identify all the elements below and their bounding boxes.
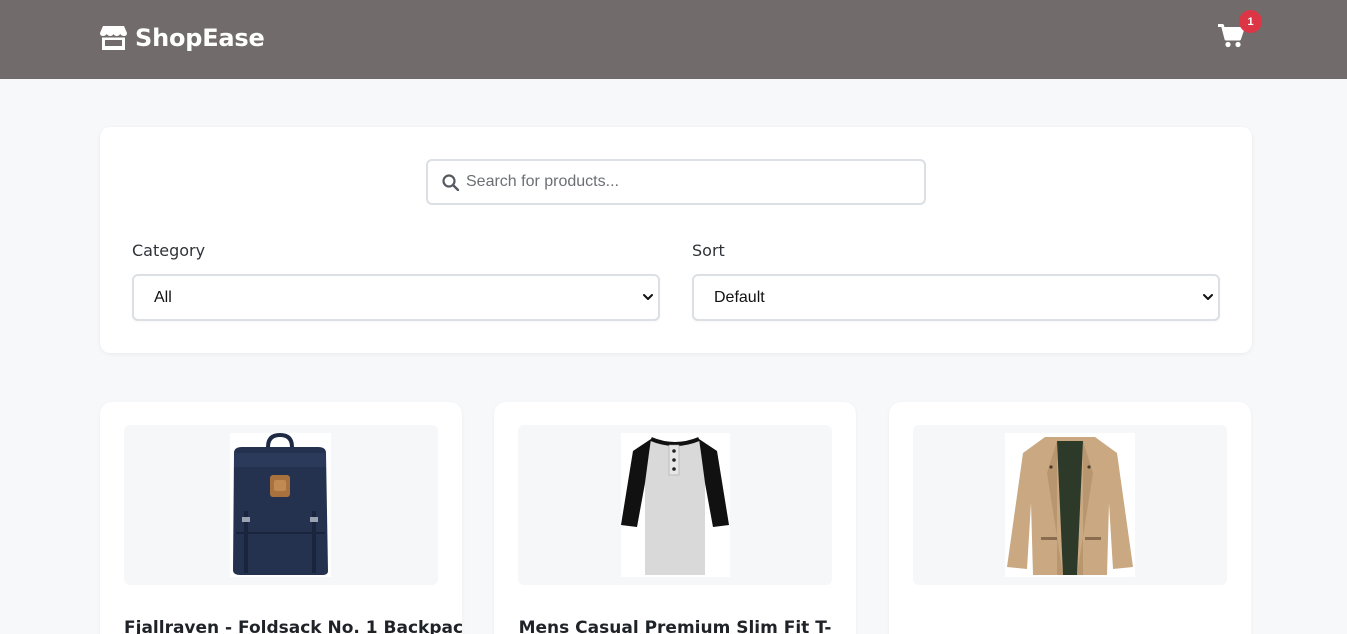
product-image-henley-shirt	[621, 433, 730, 577]
product-card[interactable]: Fjallraven - Foldsack No. 1 Backpack,	[100, 402, 462, 634]
product-image-backpack	[230, 433, 331, 577]
cart-button[interactable]: 1	[1218, 10, 1262, 50]
top-navbar: ShopEase 1	[0, 0, 1347, 79]
product-title[interactable]: Fjallraven - Foldsack No. 1 Backpack,	[100, 618, 462, 634]
product-card[interactable]: Mens Casual Premium Slim Fit T-	[494, 402, 856, 634]
sort-select[interactable]: Default	[692, 274, 1220, 321]
search-input[interactable]	[466, 161, 916, 203]
filter-panel: Category All Sort Default	[100, 127, 1252, 353]
store-icon	[100, 26, 127, 50]
search-box[interactable]	[426, 159, 926, 205]
category-label: Category	[132, 241, 206, 260]
product-image-area	[913, 425, 1227, 585]
sort-label: Sort	[692, 241, 725, 260]
product-title[interactable]: Mens Casual Premium Slim Fit T-	[494, 618, 856, 634]
cart-count-badge: 1	[1239, 10, 1262, 33]
product-card[interactable]	[889, 402, 1251, 634]
brand-name: ShopEase	[135, 24, 265, 52]
product-image-area	[518, 425, 832, 585]
category-selected-value: All	[154, 288, 172, 306]
sort-selected-value: Default	[714, 288, 765, 306]
product-image-khaki-jacket	[1005, 433, 1135, 577]
brand-logo[interactable]: ShopEase	[100, 24, 265, 52]
product-image-area	[124, 425, 438, 585]
category-select[interactable]: All	[132, 274, 660, 321]
